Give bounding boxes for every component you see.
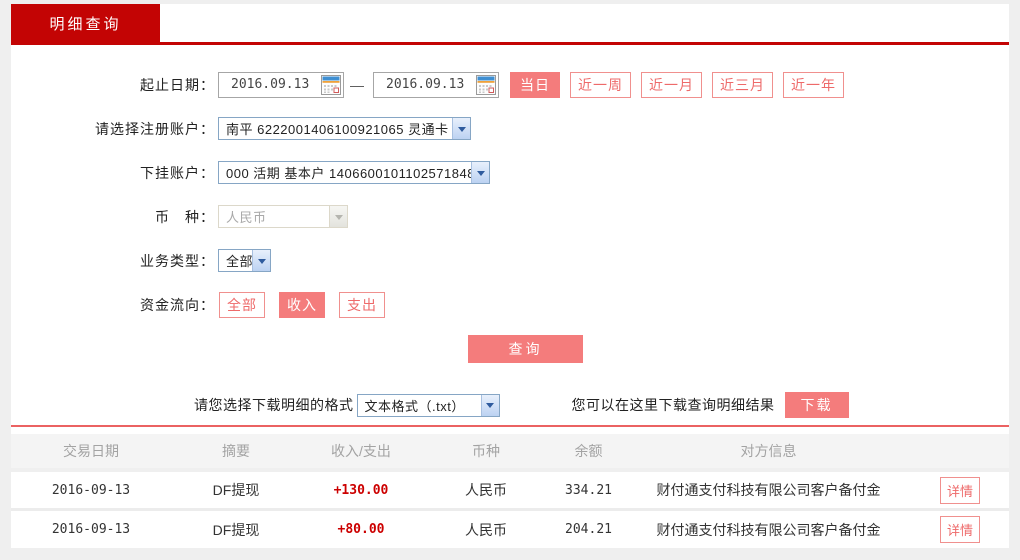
query-button[interactable]: 查询 <box>468 335 583 363</box>
linked-account-row: 下挂账户： 000 活期 基本户 1406600101102571848 <box>11 159 1009 186</box>
chevron-down-icon <box>480 394 499 416</box>
quick-range-today-button[interactable]: 当日 <box>510 71 560 98</box>
column-header-date: 交易日期 <box>63 443 119 459</box>
download-format-label: 请您选择下载明细的格式 <box>194 397 354 413</box>
detail-button[interactable]: 详情 <box>940 516 980 543</box>
chevron-down-icon <box>452 118 470 139</box>
end-date-value[interactable] <box>374 76 470 93</box>
fund-direction-all-button[interactable]: 全部 <box>219 291 265 318</box>
calendar-icon[interactable] <box>321 74 341 95</box>
column-header-currency: 币种 <box>472 443 500 459</box>
cell-summary: DF提现 <box>212 521 260 538</box>
column-header-counterparty: 对方信息 <box>740 443 797 459</box>
register-account-value: 南平 6222001406100921065 灵通卡 <box>226 122 449 137</box>
download-hint: 您可以在这里下载查询明细结果 <box>571 397 775 413</box>
chevron-down-icon <box>471 162 489 183</box>
linked-account-value: 000 活期 基本户 1406600101102571848 <box>226 166 471 181</box>
column-header-balance: 余额 <box>574 443 603 459</box>
fund-direction-income-button[interactable]: 收入 <box>279 291 325 318</box>
table-header-row: 交易日期 摘要 收入/支出 币种 余额 对方信息 <box>11 434 1009 468</box>
date-range-label: 起止日期： <box>140 76 215 93</box>
quick-range-month-button[interactable]: 近一月 <box>641 71 702 98</box>
cell-actions: 详情 <box>911 516 1009 543</box>
currency-row: 币 种： 人民币 <box>11 203 1009 230</box>
fund-direction-expense-button[interactable]: 支出 <box>339 291 385 318</box>
cell-counterparty: 财付通支付科技有限公司客户备付金 <box>656 482 881 498</box>
detail-button[interactable]: 详情 <box>940 476 980 504</box>
download-format-select[interactable]: 文本格式（.txt） <box>356 393 500 417</box>
cell-currency: 人民币 <box>465 482 507 498</box>
end-date-input[interactable] <box>373 71 499 98</box>
cell-balance: 204.21 <box>565 522 612 537</box>
panel-table-gap <box>11 427 1009 434</box>
download-row: 请您选择下载明细的格式 文本格式（.txt） 您可以在这里下载查询明细结果 下载 <box>11 392 1009 425</box>
register-account-select[interactable]: 南平 6222001406100921065 灵通卡 <box>218 117 471 140</box>
query-button-row: 查询 <box>468 335 1009 363</box>
start-date-value[interactable] <box>219 76 315 93</box>
currency-label: 币 种： <box>155 208 215 225</box>
cell-currency: 人民币 <box>465 521 507 538</box>
date-range-separator: — <box>350 76 364 93</box>
quick-range-quarter-button[interactable]: 近三月 <box>712 71 773 98</box>
column-header-summary: 摘要 <box>222 443 250 459</box>
cell-amount: +130.00 <box>333 482 389 498</box>
chevron-down-icon <box>252 250 270 271</box>
fund-direction-label: 资金流向： <box>140 296 215 313</box>
download-format-value: 文本格式（.txt） <box>364 398 465 414</box>
register-account-row: 请选择注册账户： 南平 6222001406100921065 灵通卡 <box>11 115 1009 142</box>
business-type-label: 业务类型： <box>140 252 215 269</box>
cell-actions: 详情 <box>911 476 1009 504</box>
table-row: 2016-09-13 DF提现 +130.00 人民币 334.21 财付通支付… <box>11 468 1009 508</box>
register-account-label: 请选择注册账户： <box>95 120 215 137</box>
cell-date: 2016-09-13 <box>51 482 131 498</box>
tab-detail-query[interactable]: 明细查询 <box>11 4 160 42</box>
fund-direction-row: 资金流向： 全部 收入 支出 <box>11 291 1009 318</box>
date-range-row: 起止日期： — <box>11 71 1009 98</box>
linked-account-label: 下挂账户： <box>140 164 215 181</box>
page-content: 明细查询 起止日期： — <box>11 4 1009 548</box>
cell-balance: 334.21 <box>565 482 612 498</box>
quick-range-year-button[interactable]: 近一年 <box>783 71 844 98</box>
business-type-value: 全部 <box>226 254 252 269</box>
currency-value: 人民币 <box>226 210 267 225</box>
cell-counterparty: 财付通支付科技有限公司客户备付金 <box>656 521 881 538</box>
tab-bar: 明细查询 <box>11 4 1009 42</box>
chevron-down-icon <box>329 206 347 227</box>
transactions-table: 交易日期 摘要 收入/支出 币种 余额 对方信息 2016-09-13 DF提现… <box>11 434 1009 548</box>
column-header-amount: 收入/支出 <box>331 443 391 459</box>
quick-range-week-button[interactable]: 近一周 <box>570 71 631 98</box>
query-form-panel: 起止日期： — <box>11 45 1009 427</box>
business-type-row: 业务类型： 全部 <box>11 247 1009 274</box>
table-row: 2016-09-13 DF提现 +80.00 人民币 204.21 财付通支付科… <box>11 508 1009 548</box>
currency-select: 人民币 <box>218 205 348 228</box>
calendar-icon[interactable] <box>476 74 496 95</box>
cell-summary: DF提现 <box>212 482 260 498</box>
cell-date: 2016-09-13 <box>51 522 131 537</box>
linked-account-select[interactable]: 000 活期 基本户 1406600101102571848 <box>218 161 490 184</box>
business-type-select[interactable]: 全部 <box>218 249 271 272</box>
download-button[interactable]: 下载 <box>784 392 849 418</box>
cell-amount: +80.00 <box>337 522 385 537</box>
start-date-input[interactable] <box>218 71 344 98</box>
